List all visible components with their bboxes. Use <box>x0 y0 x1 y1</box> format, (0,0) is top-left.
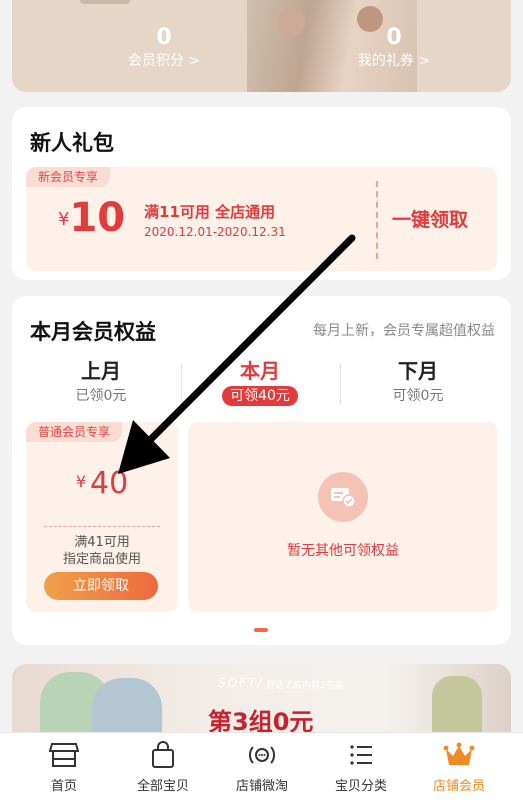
bottom-tab-bar: 首页 全部宝贝 店铺微淘 宝贝分类 店铺会员 <box>0 732 523 800</box>
new-coupon-condition: 满11可用 全店通用 <box>144 203 276 221</box>
member-coupon-value: 40 <box>90 466 129 501</box>
tab-next-month-label: 下月 <box>398 359 438 383</box>
new-coupon-amount: ¥10 <box>58 195 125 241</box>
new-member-gift-card: 新人礼包 新会员专享 ¥10 满11可用 全店通用 2020.12.01-202… <box>12 107 511 280</box>
tab-categories-label: 宝贝分类 <box>334 779 387 794</box>
tab-all-items[interactable]: 全部宝贝 <box>113 741 213 794</box>
member-coupon-tag: 普通会员专享 <box>26 422 123 442</box>
points-link[interactable]: 会员积分 > <box>104 50 224 72</box>
list-icon <box>350 745 372 765</box>
promo-brand: SOFT/ <box>218 676 264 690</box>
points-stat[interactable]: 0 会员积分 > <box>104 26 224 72</box>
tab-this-month-label: 本月 <box>240 359 280 383</box>
new-member-coupon: 新会员专享 ¥10 满11可用 全店通用 2020.12.01-2020.12.… <box>26 167 497 271</box>
tab-store-member[interactable]: 店铺会员 <box>409 741 509 794</box>
tab-weitao[interactable]: 店铺微淘 <box>212 741 312 794</box>
shopping-bag-icon <box>152 741 174 768</box>
claim-now-button[interactable]: 立即领取 <box>44 572 158 600</box>
tab-home-label: 首页 <box>50 779 77 794</box>
tab-last-month-label: 上月 <box>81 359 121 383</box>
tab-categories[interactable]: 宝贝分类 <box>311 741 411 794</box>
tab-this-month[interactable]: 本月 可领40元 <box>185 358 335 406</box>
monthly-benefits-title: 本月会员权益 <box>30 320 156 344</box>
points-value: 0 <box>156 25 172 50</box>
monthly-benefits-card: 本月会员权益 每月上新，会员专属超值权益 上月 已领0元 本月 可领40元 下月… <box>12 296 511 645</box>
member-header-banner: 0 会员积分 > 0 我的礼券 > <box>12 0 511 92</box>
tab-weitao-label: 店铺微淘 <box>235 779 288 794</box>
tab-home[interactable]: 首页 <box>14 741 114 794</box>
broadcast-icon <box>249 746 275 764</box>
promo-subtitle: 舒适无痕内裤2条装 <box>266 681 344 691</box>
member-coupon-condition: 满41可用 指定商品使用 <box>26 534 178 568</box>
store-icon <box>49 743 79 767</box>
coupon-dashed-line <box>44 526 160 527</box>
tab-divider <box>181 364 182 404</box>
empty-benefits-box: 暂无其他可领权益 <box>188 422 498 612</box>
pager-indicator <box>254 628 268 632</box>
tab-this-month-badge: 可领40元 <box>222 386 298 406</box>
member-coupon-amount: ¥40 <box>26 466 178 501</box>
member-coupon-condition-line2: 指定商品使用 <box>62 552 141 567</box>
tab-divider <box>340 364 341 404</box>
tab-next-month-sub: 可领0元 <box>392 388 444 404</box>
coupon-check-icon <box>318 472 368 522</box>
tab-last-month-sub: 已领0元 <box>75 388 127 404</box>
crown-icon <box>443 742 475 765</box>
currency-symbol: ¥ <box>58 209 70 230</box>
gifts-value: 0 <box>386 25 402 50</box>
new-coupon-value: 10 <box>69 195 126 241</box>
claim-all-button[interactable]: 一键领取 <box>392 205 468 232</box>
monthly-benefits-hint: 每月上新，会员专属超值权益 <box>313 323 495 339</box>
currency-symbol: ¥ <box>75 472 86 491</box>
new-gift-title: 新人礼包 <box>30 131 114 155</box>
empty-benefits-text: 暂无其他可领权益 <box>287 543 399 559</box>
tab-last-month[interactable]: 上月 已领0元 <box>26 358 176 406</box>
tab-next-month[interactable]: 下月 可领0元 <box>343 358 493 406</box>
gifts-link[interactable]: 我的礼券 > <box>334 50 454 72</box>
coupon-divider <box>376 181 378 259</box>
tab-store-member-label: 店铺会员 <box>432 779 485 794</box>
member-coupon-condition-line1: 满41可用 <box>74 535 130 550</box>
member-coupon: 普通会员专享 ¥40 满41可用 指定商品使用 立即领取 <box>26 422 178 612</box>
gifts-stat[interactable]: 0 我的礼券 > <box>334 26 454 72</box>
banner-handle <box>80 0 130 4</box>
tab-all-items-label: 全部宝贝 <box>136 779 189 794</box>
new-member-tag: 新会员专享 <box>26 167 111 187</box>
new-coupon-date: 2020.12.01-2020.12.31 <box>144 225 286 239</box>
